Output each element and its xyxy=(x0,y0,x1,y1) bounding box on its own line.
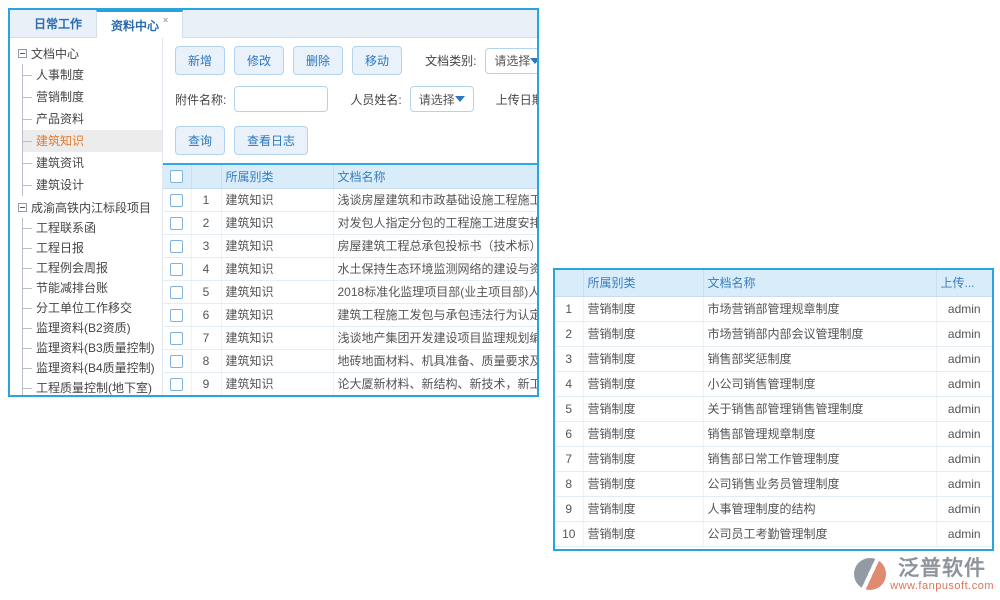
table-header-row: 所属别类 文档名称 xyxy=(163,164,537,188)
tree-item-marketing-policy[interactable]: 营销制度 xyxy=(23,86,162,108)
tree-item-building-knowledge-selected[interactable]: 建筑知识 xyxy=(23,130,162,152)
table-row[interactable]: 1营销制度市场营销部管理规章制度admin xyxy=(555,296,992,321)
document-center-window: 日常工作 资料中心 × 文档中心 人事制度 营销制度 产品资料 建筑知识 建筑资… xyxy=(8,8,539,397)
tree-item[interactable]: 节能减排台账 xyxy=(23,278,162,298)
table-row[interactable]: 9建筑知识论大厦新材料、新结构、新技术，新工... xyxy=(163,372,537,395)
doc-category-label: 文档类别: xyxy=(425,52,476,69)
row-checkbox[interactable] xyxy=(170,217,183,230)
edit-button[interactable]: 修改 xyxy=(234,46,284,75)
fanpu-logo-text: 泛普软件 xyxy=(898,557,986,580)
person-name-label: 人员姓名: xyxy=(350,91,401,108)
move-button[interactable]: 移动 xyxy=(352,46,402,75)
table-header-row: 所属别类 文档名称 上传... xyxy=(555,270,992,296)
col-docname-header: 文档名称 xyxy=(703,270,936,296)
collapse-minus-icon[interactable] xyxy=(18,203,27,212)
tree-item[interactable]: 监理资料(B4质量控制) xyxy=(23,358,162,378)
table-row[interactable]: 4营销制度小公司销售管理制度admin xyxy=(555,371,992,396)
upload-date-label-clipped: 上传日期: xyxy=(496,91,537,108)
table-row[interactable]: 2建筑知识对发包人指定分包的工程施工进度安排... xyxy=(163,211,537,234)
table-row[interactable]: 8建筑知识地砖地面材料、机具准备、质量要求及... xyxy=(163,349,537,372)
tree-item[interactable]: 工程联系函 xyxy=(23,218,162,238)
row-checkbox[interactable] xyxy=(170,240,183,253)
table-row[interactable]: 3建筑知识房屋建筑工程总承包投标书（技术标）... xyxy=(163,234,537,257)
marketing-documents-window: 所属别类 文档名称 上传... 1营销制度市场营销部管理规章制度admin 2营… xyxy=(553,268,994,551)
doc-category-select[interactable]: 请选择 xyxy=(485,48,537,74)
table-row[interactable]: 7营销制度销售部日常工作管理制度admin xyxy=(555,446,992,471)
row-checkbox[interactable] xyxy=(170,378,183,391)
table-row[interactable]: 7建筑知识浅谈地产集团开发建设项目监理规划编... xyxy=(163,326,537,349)
table-row[interactable]: 6营销制度销售部管理规章制度admin xyxy=(555,421,992,446)
tab-data-center[interactable]: 资料中心 × xyxy=(96,10,183,38)
tree-item[interactable]: 工程质量控制(地下室) xyxy=(23,378,162,395)
document-tree-sidebar: 文档中心 人事制度 营销制度 产品资料 建筑知识 建筑资讯 建筑设计 成渝高铁内… xyxy=(10,38,163,395)
tree-root-document-center[interactable]: 文档中心 xyxy=(18,42,162,64)
table-row[interactable]: 5营销制度关于销售部管理销售管理制度admin xyxy=(555,396,992,421)
tab-data-center-label: 资料中心 xyxy=(111,17,159,34)
attachment-name-input[interactable] xyxy=(234,86,328,112)
doc-category-value: 请选择 xyxy=(494,52,530,69)
tree-item-building-design[interactable]: 建筑设计 xyxy=(23,174,162,196)
fanpu-logo: 泛普软件 www.fanpusoft.com xyxy=(854,557,994,592)
tab-daily-work[interactable]: 日常工作 xyxy=(20,10,96,37)
table-row[interactable]: 10营销制度公司员工考勤管理制度admin xyxy=(555,521,992,546)
row-checkbox[interactable] xyxy=(170,355,183,368)
table-row[interactable]: 1建筑知识浅谈房屋建筑和市政基础设施工程施工... xyxy=(163,188,537,211)
chevron-down-icon xyxy=(455,96,465,102)
table-row[interactable]: 3营销制度销售部奖惩制度admin xyxy=(555,346,992,371)
tree-item-building-news[interactable]: 建筑资讯 xyxy=(23,152,162,174)
col-category-header: 所属别类 xyxy=(221,164,333,188)
tab-bar: 日常工作 资料中心 × xyxy=(10,10,537,38)
row-checkbox[interactable] xyxy=(170,286,183,299)
tree-item[interactable]: 工程例会周报 xyxy=(23,258,162,278)
tree-root-project[interactable]: 成渝高铁内江标段项目 xyxy=(18,196,162,218)
row-checkbox[interactable] xyxy=(170,309,183,322)
table-row[interactable]: 9营销制度人事管理制度的结构admin xyxy=(555,496,992,521)
row-checkbox[interactable] xyxy=(170,194,183,207)
query-button[interactable]: 查询 xyxy=(175,126,225,155)
table-row[interactable]: 5建筑知识2018标准化监理项目部(业主项目部)人员... xyxy=(163,280,537,303)
tree-root-label: 成渝高铁内江标段项目 xyxy=(31,199,151,216)
col-uploader-header: 上传... xyxy=(936,270,992,296)
tree-root-label: 文档中心 xyxy=(31,45,79,62)
fanpu-logo-url: www.fanpusoft.com xyxy=(890,580,994,592)
table-row[interactable]: 8营销制度公司销售业务员管理制度admin xyxy=(555,471,992,496)
attachment-name-label: 附件名称: xyxy=(175,91,226,108)
fanpu-logo-icon xyxy=(854,558,886,590)
person-name-value: 请选择 xyxy=(419,91,455,108)
table-row[interactable]: 6建筑知识建筑工程施工发包与承包违法行为认定... xyxy=(163,303,537,326)
tab-close-icon[interactable]: × xyxy=(163,15,168,25)
tree-item[interactable]: 工程日报 xyxy=(23,238,162,258)
tree-item[interactable]: 分工单位工作移交 xyxy=(23,298,162,318)
delete-button[interactable]: 删除 xyxy=(293,46,343,75)
add-button[interactable]: 新增 xyxy=(175,46,225,75)
tree-item-hr-policy[interactable]: 人事制度 xyxy=(23,64,162,86)
collapse-minus-icon[interactable] xyxy=(18,49,27,58)
documents-table: 所属别类 文档名称 1建筑知识浅谈房屋建筑和市政基础设施工程施工... 2建筑知… xyxy=(163,163,537,395)
tree-item[interactable]: 监理资料(B3质量控制) xyxy=(23,338,162,358)
person-name-select[interactable]: 请选择 xyxy=(410,86,474,112)
chevron-down-icon xyxy=(530,58,537,64)
row-checkbox[interactable] xyxy=(170,263,183,276)
col-category-header: 所属别类 xyxy=(583,270,703,296)
col-docname-header: 文档名称 xyxy=(333,164,537,188)
row-checkbox[interactable] xyxy=(170,332,183,345)
tree-item[interactable]: 监理资料(B2资质) xyxy=(23,318,162,338)
tree-item-product-data[interactable]: 产品资料 xyxy=(23,108,162,130)
table-row[interactable]: 4建筑知识水土保持生态环境监测网络的建设与资... xyxy=(163,257,537,280)
view-log-button[interactable]: 查看日志 xyxy=(234,126,308,155)
marketing-documents-table: 所属别类 文档名称 上传... 1营销制度市场营销部管理规章制度admin 2营… xyxy=(555,270,992,547)
table-row[interactable]: 2营销制度市场营销部内部会议管理制度admin xyxy=(555,321,992,346)
select-all-checkbox[interactable] xyxy=(170,170,183,183)
